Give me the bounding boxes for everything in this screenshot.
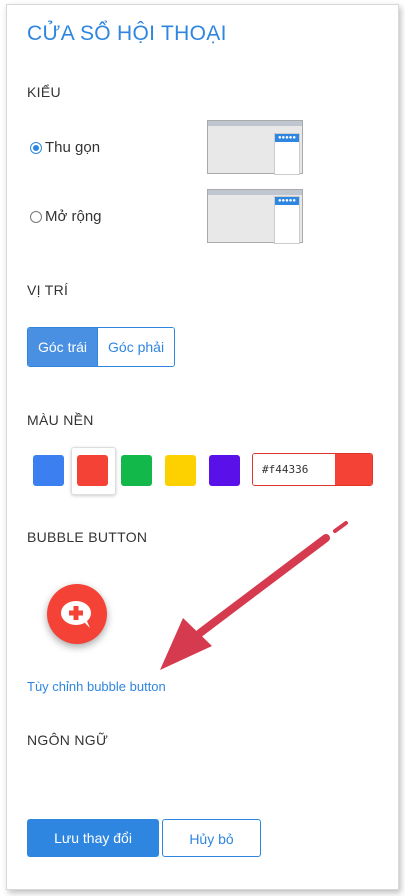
annotation-arrow [160,521,348,670]
